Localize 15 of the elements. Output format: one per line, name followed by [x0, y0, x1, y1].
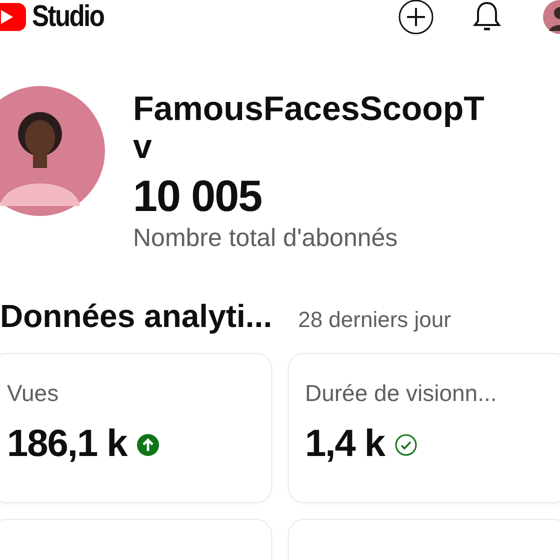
metric-value: 1,4 k	[305, 423, 385, 466]
subscriber-count: 10 005	[133, 172, 263, 222]
logo-text: Studio	[32, 2, 104, 32]
metric-label: Vues	[7, 380, 60, 407]
metric-card[interactable]: Durée de visionn... 1,4 k	[288, 353, 560, 503]
channel-name: FamousFacesScoopT	[133, 90, 484, 128]
metric-label: Durée de visionn...	[305, 380, 498, 407]
period-label[interactable]: 28 derniers jour	[298, 307, 451, 333]
bell-icon[interactable]	[472, 1, 502, 33]
channel-name: v	[133, 128, 153, 166]
metric-value: 186,1 k	[7, 423, 127, 466]
section-title: Données analyti...	[0, 298, 272, 335]
subscriber-label: Nombre total d'abonnés	[133, 223, 399, 254]
metric-card[interactable]: Vues 186,1 k	[0, 353, 272, 503]
add-icon[interactable]	[398, 0, 434, 35]
